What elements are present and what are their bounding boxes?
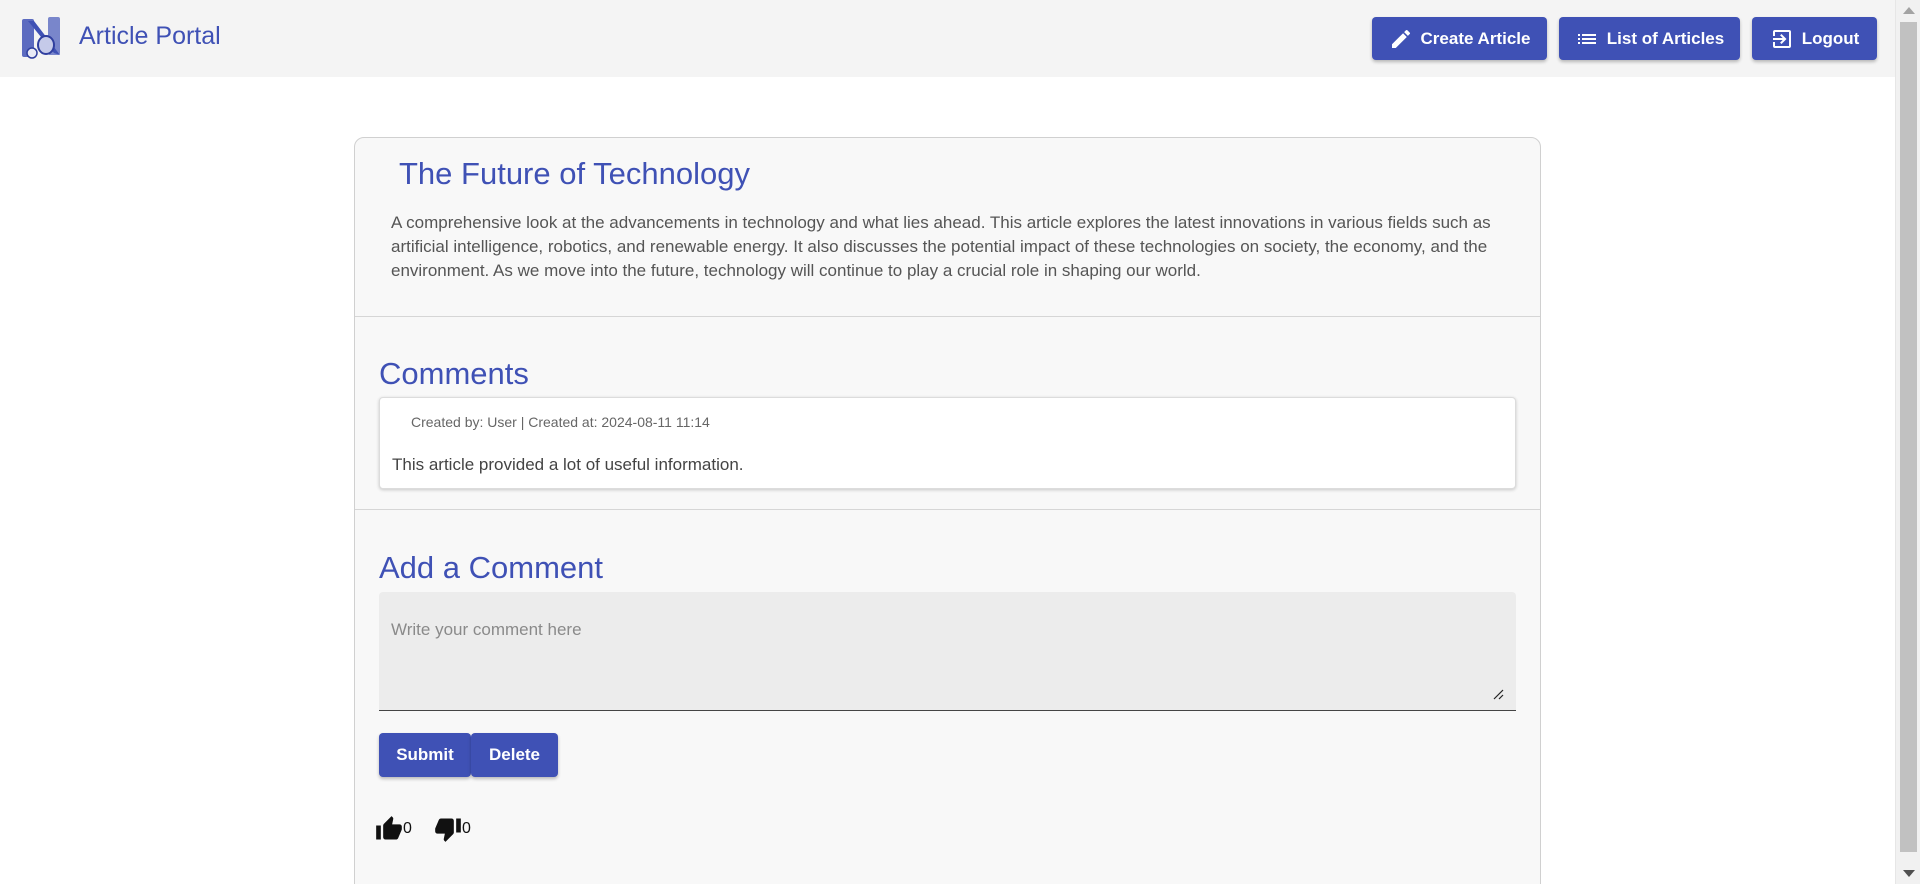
create-article-label: Create Article: [1420, 28, 1531, 48]
pencil-icon: [1391, 29, 1410, 48]
vertical-scrollbar[interactable]: [1895, 0, 1920, 884]
resize-handle-icon[interactable]: [1492, 688, 1504, 700]
logout-button[interactable]: Logout: [1752, 17, 1877, 60]
logout-icon: [1772, 29, 1791, 48]
brand-title[interactable]: Article Portal: [79, 22, 221, 51]
dislike-button[interactable]: 0: [434, 815, 471, 843]
article-title: The Future of Technology: [399, 156, 750, 191]
like-button[interactable]: 0: [375, 815, 412, 843]
list-icon: [1577, 33, 1596, 44]
article-body: A comprehensive look at the advancements…: [391, 213, 1491, 280]
create-article-button[interactable]: Create Article: [1372, 17, 1547, 60]
scroll-logo-icon[interactable]: [20, 15, 64, 61]
add-comment-heading: Add a Comment: [379, 550, 603, 585]
comments-heading: Comments: [379, 356, 529, 391]
delete-button[interactable]: Delete: [471, 733, 558, 777]
scroll-up-arrow-icon[interactable]: [1903, 7, 1915, 14]
dislike-count: 0: [462, 820, 471, 837]
comment-text: This article provided a lot of useful in…: [392, 455, 744, 474]
submit-button[interactable]: Submit: [379, 733, 471, 777]
top-header: Article Portal Create Article List of Ar…: [0, 0, 1895, 77]
divider: [355, 509, 1540, 510]
article-card: The Future of Technology A comprehensive…: [354, 137, 1541, 884]
list-articles-label: List of Articles: [1606, 28, 1725, 48]
divider: [355, 316, 1540, 317]
thumbs-down-icon: [435, 818, 461, 842]
comment-item: Created by: User | Created at: 2024-08-1…: [379, 397, 1516, 489]
thumbs-up-icon: [376, 816, 402, 840]
logout-label: Logout: [1801, 28, 1860, 48]
like-count: 0: [403, 820, 412, 837]
comment-input-wrapper: [379, 592, 1516, 711]
comment-meta: Created by: User | Created at: 2024-08-1…: [411, 414, 710, 430]
scroll-down-arrow-icon[interactable]: [1903, 870, 1915, 877]
scroll-thumb[interactable]: [1900, 22, 1917, 852]
list-articles-button[interactable]: List of Articles: [1559, 17, 1740, 60]
comment-input[interactable]: [379, 592, 1516, 710]
